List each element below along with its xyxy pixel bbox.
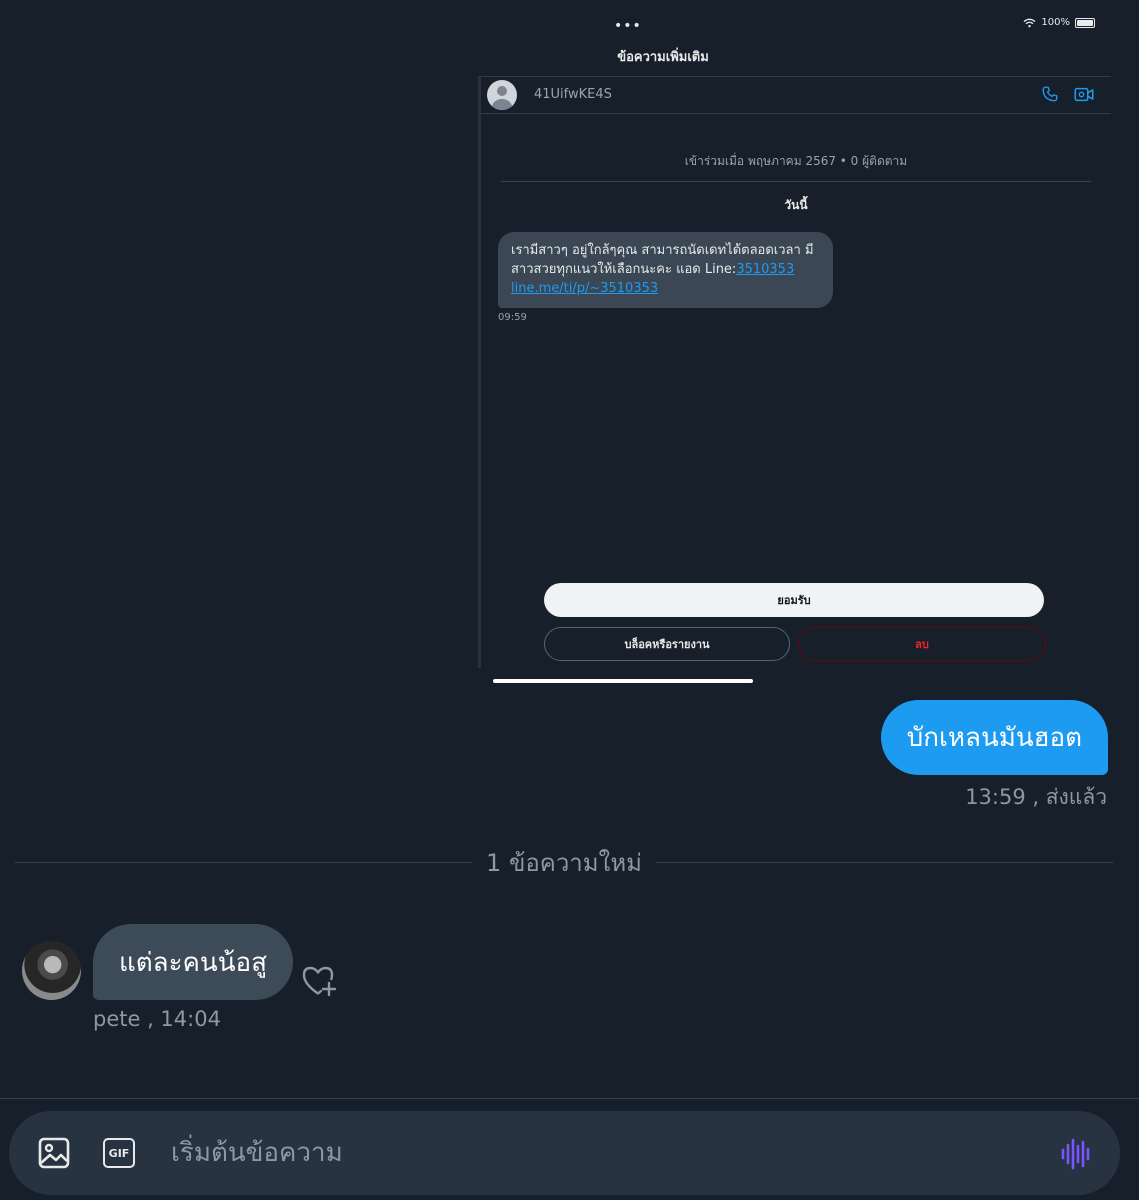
page-title: ข้อความเพิ่มเติม <box>617 50 709 65</box>
new-messages-divider: 1 ข้อความใหม่ <box>15 845 1113 879</box>
voice-message-icon[interactable] <box>1059 1137 1093 1171</box>
divider-line-right <box>655 861 1113 863</box>
divider-line-left <box>15 861 473 863</box>
date-separator: วันนี้ <box>784 198 808 212</box>
home-indicator <box>493 679 753 683</box>
composer-separator <box>0 1098 1139 1099</box>
block-or-report-button[interactable]: บล็อคหรือรายงาน <box>544 627 790 661</box>
conversation-header: 41UifwKE4S <box>481 76 1111 114</box>
add-reaction-icon[interactable] <box>301 964 337 997</box>
sent-message-status: 13:59 , ส่งแล้ว <box>965 785 1107 809</box>
message-composer: GIF <box>9 1111 1120 1195</box>
status-bar: 100% <box>1023 17 1095 28</box>
message-input[interactable] <box>171 1133 1031 1173</box>
line-id-link[interactable]: 3510353 <box>736 262 794 277</box>
battery-icon <box>1075 17 1095 28</box>
wifi-icon <box>1023 18 1036 27</box>
delete-button[interactable]: ลบ <box>798 627 1046 661</box>
battery-percent: 100% <box>1041 17 1070 28</box>
sent-message-bubble[interactable]: บักเหลนมันฮอต <box>880 700 1108 775</box>
message-request-panel: 41UifwKE4S เข้าร่วมเมื่อ พฤษภาคม 2567 • … <box>478 76 1111 668</box>
status-dots: ••• <box>614 18 642 34</box>
divider <box>501 181 1091 182</box>
message-timestamp: 09:59 <box>498 312 527 323</box>
avatar[interactable] <box>487 80 517 110</box>
avatar[interactable] <box>22 941 81 1000</box>
sender-handle[interactable]: 41UifwKE4S <box>534 87 612 102</box>
joined-info: เข้าร่วมเมื่อ พฤษภาคม 2567 • 0 ผู้ติดตาม <box>684 154 908 168</box>
received-message-bubble: เรามีสาวๆ อยู่ใกล้ๆคุณ สามารถนัดเดทได้ตล… <box>498 232 833 308</box>
shared-screenshot[interactable]: ••• 100% ข้อความเพิ่มเติม 41UifwKE4S เข้… <box>478 0 1139 690</box>
line-url-link[interactable]: line.me/ti/p/~3510353 <box>511 281 658 296</box>
received-message-bubble[interactable]: แต่ละคนน้อสู <box>93 924 293 1000</box>
image-icon[interactable] <box>37 1136 71 1170</box>
phone-icon[interactable] <box>1041 85 1059 103</box>
accept-button[interactable]: ยอมรับ <box>544 583 1044 617</box>
gif-icon[interactable]: GIF <box>103 1138 135 1168</box>
video-call-icon[interactable] <box>1074 86 1094 103</box>
new-messages-label: 1 ข้อความใหม่ <box>486 848 642 877</box>
received-message-meta: pete , 14:04 <box>93 1007 221 1031</box>
